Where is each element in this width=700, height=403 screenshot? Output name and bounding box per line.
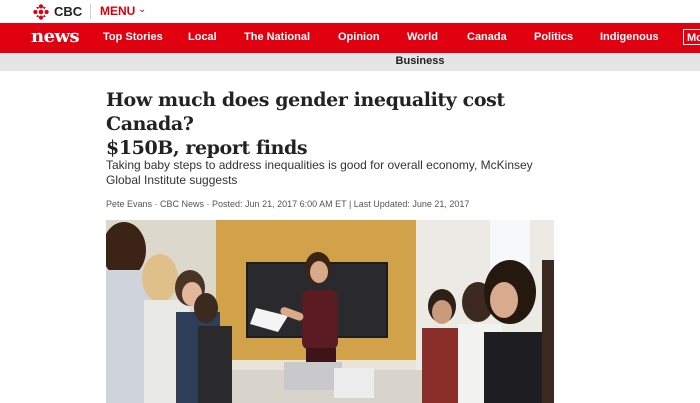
- summary-line-1: Taking baby steps to address inequalitie…: [106, 158, 533, 172]
- nav-item-canada[interactable]: Canada: [467, 31, 507, 43]
- nav-more-button[interactable]: Mo: [683, 29, 700, 45]
- headline-line-2: $150B, report finds: [106, 137, 308, 159]
- meeting-photo: [106, 220, 554, 403]
- main-nav: news Top Stories Local The National Opin…: [0, 23, 700, 53]
- article-headline: How much does gender inequality cost Can…: [106, 88, 576, 160]
- news-logo[interactable]: news: [31, 26, 80, 47]
- article-hero-image: [106, 220, 554, 403]
- header-divider: [90, 4, 91, 19]
- nav-item-opinion[interactable]: Opinion: [338, 31, 380, 43]
- article-byline: Pete Evans · CBC News · Posted: Jun 21, …: [106, 199, 470, 209]
- top-bar: CBC MENU ⌄: [0, 0, 700, 23]
- article-summary: Taking baby steps to address inequalitie…: [106, 158, 576, 188]
- summary-line-2: Global Institute suggests: [106, 173, 238, 187]
- headline-line-1: How much does gender inequality cost Can…: [106, 89, 505, 135]
- nav-item-world[interactable]: World: [407, 31, 438, 43]
- nav-item-local[interactable]: Local: [188, 31, 217, 43]
- menu-button[interactable]: MENU: [100, 4, 135, 18]
- section-strip: Business: [0, 53, 700, 71]
- nav-item-the-national[interactable]: The National: [244, 31, 310, 43]
- chevron-down-icon[interactable]: ⌄: [138, 4, 146, 15]
- cbc-gem-icon[interactable]: [33, 4, 49, 20]
- cbc-brand-text[interactable]: CBC: [54, 4, 82, 19]
- section-label-business[interactable]: Business: [0, 55, 700, 67]
- nav-item-politics[interactable]: Politics: [534, 31, 573, 43]
- nav-item-indigenous[interactable]: Indigenous: [600, 31, 659, 43]
- nav-item-top-stories[interactable]: Top Stories: [103, 31, 163, 43]
